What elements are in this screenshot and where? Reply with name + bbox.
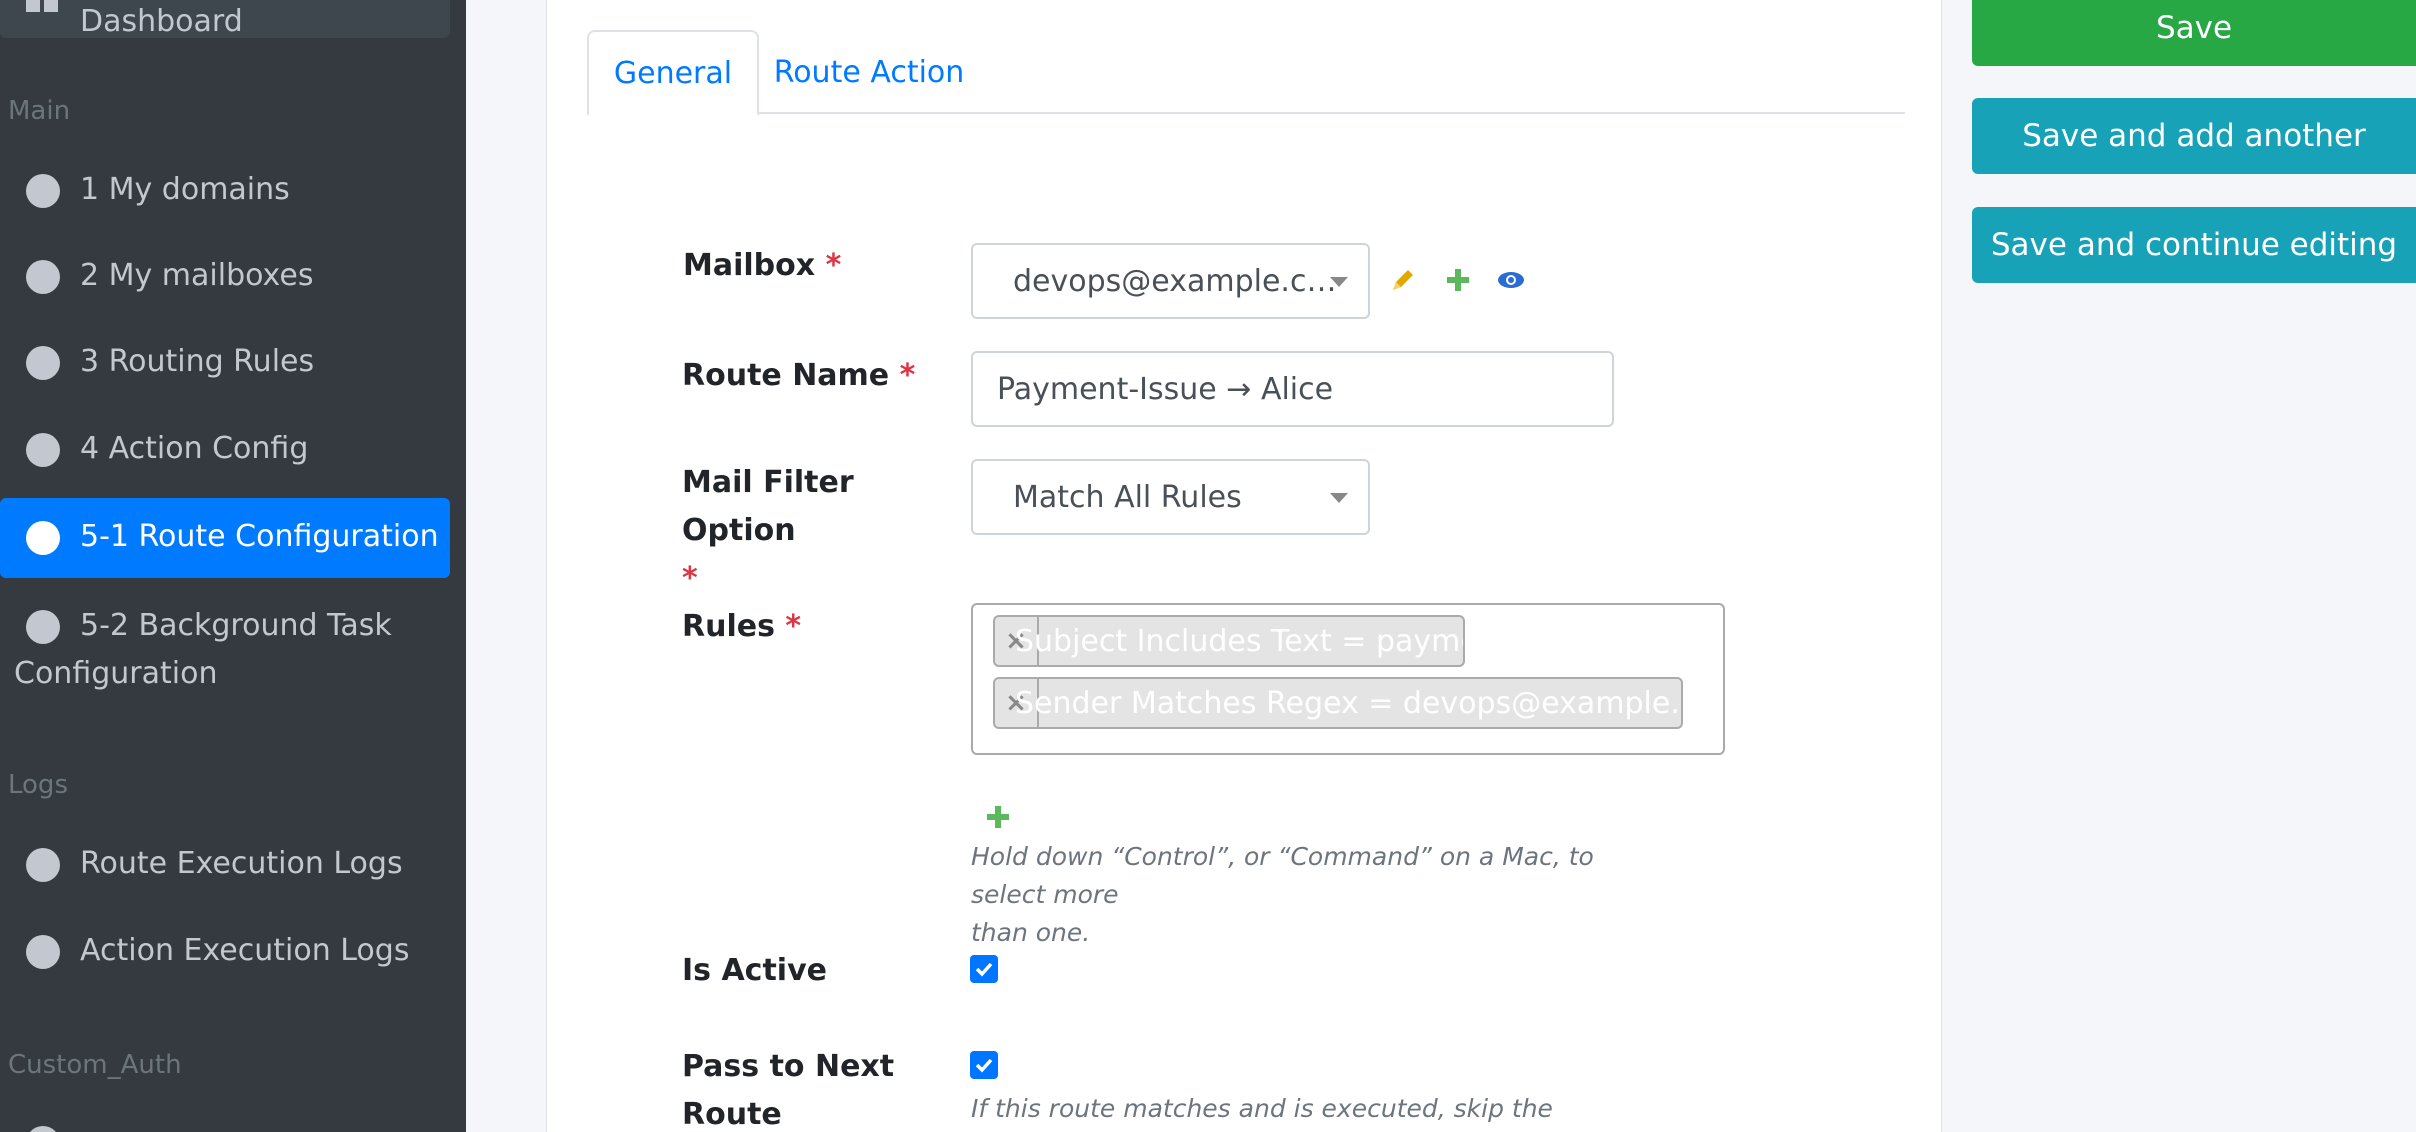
sidebar-item-partial[interactable] <box>0 1110 450 1132</box>
sidebar-item-label: 1 My domains <box>80 172 290 207</box>
pass-to-next-label-line1: Pass to Next <box>682 1049 895 1084</box>
sidebar-item-routing-rules[interactable]: 3 Routing Rules <box>0 338 450 388</box>
pass-to-next-help-text: If this route matches and is executed, s… <box>971 1094 1553 1123</box>
mail-filter-label-text: Mail Filter Option <box>682 465 854 548</box>
circle-icon <box>26 521 60 555</box>
tab-bar: General Route Action <box>587 30 1905 116</box>
circle-icon <box>26 433 60 467</box>
required-marker: * <box>785 609 802 644</box>
rules-help-text: Hold down “Control”, or “Command” on a M… <box>971 838 1671 952</box>
mailbox-select-value: devops@example.c… <box>1013 263 1337 299</box>
mailbox-select[interactable]: devops@example.c… <box>971 243 1370 319</box>
is-active-checkbox[interactable] <box>970 955 998 983</box>
sidebar-item-action-config[interactable]: 4 Action Config <box>0 425 450 475</box>
rule-chip-text: Sender Matches Regex = devops@example.co… <box>1015 685 1683 721</box>
mailbox-label: Mailbox * <box>683 242 841 290</box>
route-name-label-text: Route Name <box>682 358 890 393</box>
rules-label: Rules * <box>682 603 801 651</box>
circle-icon <box>26 610 60 644</box>
sidebar-item-label: 5-2 Background Task <box>80 608 392 643</box>
mailbox-label-text: Mailbox <box>683 248 816 283</box>
sidebar-item-label: 2 My mailboxes <box>80 258 314 293</box>
required-marker: * <box>682 561 698 596</box>
circle-icon <box>26 935 60 969</box>
check-icon <box>975 1058 993 1073</box>
save-and-add-another-button[interactable]: Save and add another <box>1972 98 2416 174</box>
sidebar-item-background-task-configuration[interactable]: 5-2 Background Task Configuration <box>0 598 450 698</box>
pass-to-next-label-line2: Route <box>682 1097 782 1132</box>
sidebar-item-my-domains[interactable]: 1 My domains <box>0 166 450 216</box>
save-button[interactable]: Save <box>1972 0 2416 66</box>
sidebar-item-my-mailboxes[interactable]: 2 My mailboxes <box>0 252 450 302</box>
mail-filter-select-value: Match All Rules <box>1013 479 1242 515</box>
mail-filter-label: Mail Filter Option * <box>682 459 942 603</box>
plus-icon[interactable] <box>1443 265 1473 295</box>
sidebar-item-label: Route Execution Logs <box>80 846 403 881</box>
sidebar-item-route-execution-logs[interactable]: Route Execution Logs <box>0 840 450 890</box>
check-icon <box>975 962 993 977</box>
rule-chip: × Sender Matches Regex = devops@example.… <box>993 677 1683 729</box>
rules-help-line2: than one. <box>971 918 1091 947</box>
sidebar-item-label: 4 Action Config <box>80 431 309 466</box>
sidebar-item-label: Action Execution Logs <box>80 933 410 968</box>
rules-help-line1: Hold down “Control”, or “Command” on a M… <box>971 842 1594 909</box>
circle-icon <box>26 848 60 882</box>
circle-icon <box>26 260 60 294</box>
rules-label-text: Rules <box>682 609 775 644</box>
dashboard-icon <box>26 0 58 12</box>
route-name-label: Route Name * <box>682 352 915 400</box>
sidebar-item-dashboard[interactable]: Dashboard <box>0 0 450 39</box>
chevron-down-icon <box>1330 277 1348 287</box>
is-active-label: Is Active <box>682 953 827 988</box>
sidebar-item-action-execution-logs[interactable]: Action Execution Logs <box>0 927 450 977</box>
sidebar-item-route-configuration[interactable]: 5-1 Route Configuration <box>0 498 450 578</box>
circle-icon <box>26 1126 60 1132</box>
save-and-continue-button[interactable]: Save and continue editing <box>1972 207 2416 283</box>
circle-icon <box>26 174 60 208</box>
rule-chip-text: Subject Includes Text = payment <box>1015 623 1465 659</box>
tab-route-action[interactable]: Route Action <box>769 30 969 114</box>
sidebar: Dashboard Main 1 My domains 2 My mailbox… <box>0 0 466 1132</box>
chevron-down-icon <box>1330 493 1348 503</box>
sidebar-section-custom-auth: Custom_Auth <box>8 1050 182 1080</box>
mail-filter-select[interactable]: Match All Rules <box>971 459 1370 535</box>
rules-multiselect[interactable]: × Subject Includes Text = payment × Send… <box>971 603 1725 755</box>
sidebar-item-label: 5-1 Route Configuration <box>80 519 439 554</box>
tab-general[interactable]: General <box>587 30 759 116</box>
sidebar-item-label-line2: Configuration <box>14 656 218 691</box>
sidebar-item-label: Dashboard <box>80 4 243 39</box>
circle-icon <box>26 346 60 380</box>
sidebar-section-logs: Logs <box>8 770 68 800</box>
pass-to-next-label: Pass to Next Route <box>682 1043 894 1132</box>
plus-icon[interactable] <box>983 802 1013 832</box>
pencil-icon[interactable] <box>1388 265 1418 295</box>
pass-to-next-checkbox[interactable] <box>970 1051 998 1079</box>
eye-icon[interactable] <box>1496 265 1526 295</box>
sidebar-item-label: 3 Routing Rules <box>80 344 315 379</box>
required-marker: * <box>899 358 916 393</box>
rule-chip: × Subject Includes Text = payment <box>993 615 1465 667</box>
sidebar-section-main: Main <box>8 96 71 126</box>
required-marker: * <box>825 248 842 283</box>
route-name-input[interactable]: Payment-Issue → Alice <box>971 351 1614 427</box>
